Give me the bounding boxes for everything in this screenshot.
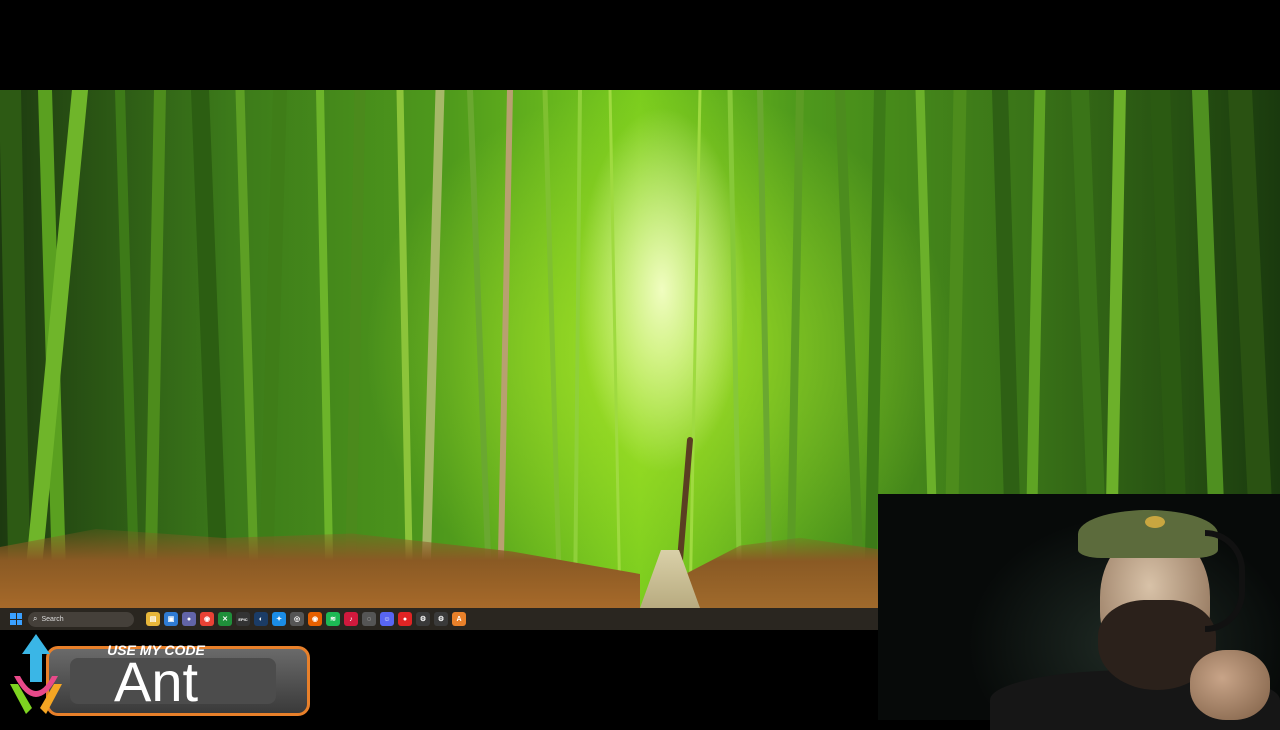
- start-windows-icon[interactable]: [10, 613, 22, 625]
- steam-icon[interactable]: ◐: [254, 612, 268, 626]
- record-icon[interactable]: ●: [398, 612, 412, 626]
- creator-code-value: Ant: [113, 650, 199, 713]
- taskbar: ⌕ Search ▤ ▣ ● ◉ ✕ EPIC ◐ ✦ ◎ ◉ ≋ ♪ ◌ ☺ ● ⚙ ⚙ A: [0, 608, 878, 630]
- chrome-icon[interactable]: ◉: [200, 612, 214, 626]
- search-placeholder: Search: [41, 615, 64, 623]
- teams-icon[interactable]: ●: [182, 612, 196, 626]
- tiktok-icon[interactable]: ♪: [344, 612, 358, 626]
- firefox-icon[interactable]: ◉: [308, 612, 322, 626]
- epic-games-icon[interactable]: EPIC: [236, 612, 250, 626]
- discord-icon[interactable]: ☺: [380, 612, 394, 626]
- obs-icon[interactable]: ◎: [290, 612, 304, 626]
- settings-icon[interactable]: ⚙: [416, 612, 430, 626]
- cap-logo: [1145, 516, 1165, 528]
- search-icon: ⌕: [33, 614, 38, 623]
- taskbar-search-input[interactable]: ⌕ Search: [28, 611, 134, 627]
- github-icon[interactable]: ◌: [362, 612, 376, 626]
- creator-code-banner: USE MY CODE Ant: [6, 634, 310, 716]
- battlenet-icon[interactable]: ✦: [272, 612, 286, 626]
- photos-icon[interactable]: ▣: [164, 612, 178, 626]
- gear-icon[interactable]: ⚙: [434, 612, 448, 626]
- taskbar-pinned-apps: ▤ ▣ ● ◉ ✕ EPIC ◐ ✦ ◎ ◉ ≋ ♪ ◌ ☺ ● ⚙ ⚙ A: [144, 612, 468, 626]
- xbox-icon[interactable]: ✕: [218, 612, 232, 626]
- app-icon[interactable]: A: [452, 612, 466, 626]
- spotify-icon[interactable]: ≋: [326, 612, 340, 626]
- file-explorer-icon[interactable]: ▤: [146, 612, 160, 626]
- webcam-person-hand: [1190, 650, 1270, 720]
